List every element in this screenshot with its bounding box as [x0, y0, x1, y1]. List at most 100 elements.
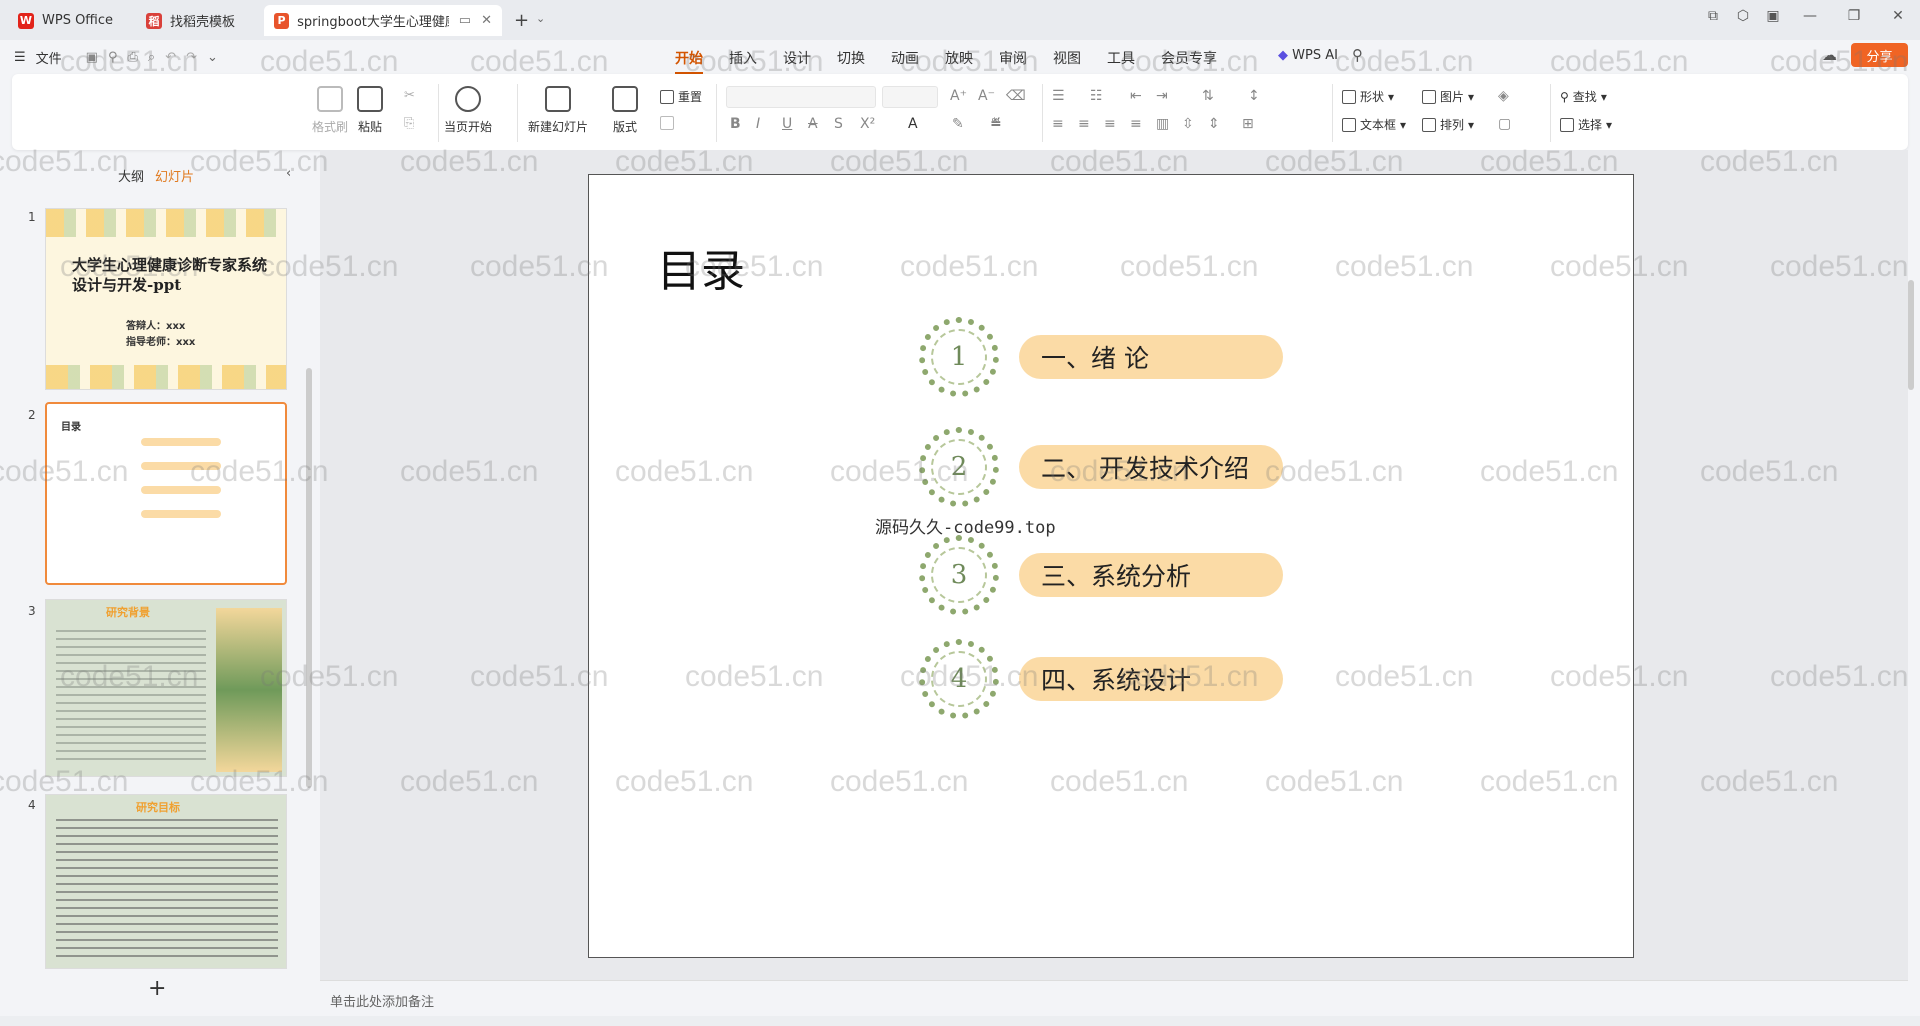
shadow-icon[interactable]: S — [834, 116, 843, 132]
tab-wps-office[interactable]: W WPS Office — [8, 5, 136, 36]
justify-icon[interactable]: ≡ — [1130, 116, 1142, 132]
chevron-down-icon[interactable]: ⌄ — [536, 12, 545, 25]
smart-art-icon[interactable]: ⊞ — [1242, 116, 1254, 132]
tab-home[interactable]: 开始 — [675, 48, 703, 74]
cut-icon[interactable]: ✂ — [404, 88, 415, 103]
section-button[interactable] — [660, 116, 674, 130]
file-menu[interactable]: 文件 — [36, 48, 62, 67]
underline-icon[interactable]: U — [782, 116, 792, 132]
reset-button[interactable]: 重置 — [660, 88, 702, 105]
char-spacing-icon[interactable]: ≝ — [990, 116, 1002, 132]
avatar[interactable]: ▣ — [1758, 8, 1788, 24]
more-icon[interactable]: ⌄ — [207, 50, 218, 65]
slide-thumbnail-2[interactable]: 目录 — [45, 402, 287, 585]
arrange-button[interactable]: 排列 ▾ — [1422, 116, 1474, 133]
copy-icon[interactable]: ⎘ — [404, 116, 414, 131]
current-slide[interactable]: 目录 1 一、绪 论 2 二、 开发技术介绍 源码久久-code99.top 3… — [588, 174, 1634, 958]
undo-icon[interactable]: ↶ — [165, 50, 176, 65]
font-color-icon[interactable]: A — [908, 116, 918, 132]
tab-member[interactable]: 会员专享 — [1161, 48, 1217, 74]
increase-indent-icon[interactable]: ⇥ — [1156, 88, 1168, 104]
cloud-upload-icon[interactable]: ☁ — [1822, 46, 1837, 64]
outline-icon[interactable]: ▢ — [1498, 116, 1511, 132]
tab-animations[interactable]: 动画 — [891, 48, 919, 74]
slide-thumbnail-4[interactable]: 研究目标 — [45, 794, 287, 969]
align-left-icon[interactable]: ≡ — [1052, 116, 1064, 132]
paragraph-spacing-icon[interactable]: ⇕ — [1208, 116, 1220, 132]
collapse-panel-icon[interactable]: ‹ — [286, 166, 291, 181]
new-tab-icon[interactable]: + — [514, 10, 529, 31]
print-preview-icon[interactable]: ⌕ — [148, 50, 155, 65]
line-spacing-icon[interactable]: ↕ — [1248, 88, 1260, 104]
tab-slideshow[interactable]: 放映 — [945, 48, 973, 74]
increase-font-icon[interactable]: A⁺ — [950, 88, 967, 104]
decrease-font-icon[interactable]: A⁻ — [978, 88, 995, 104]
toc-item-2[interactable]: 2 二、 开发技术介绍 — [919, 427, 1289, 507]
numbering-icon[interactable]: ☷ — [1090, 88, 1103, 104]
slide-thumbnail-3[interactable]: 研究背景 — [45, 599, 287, 777]
columns-icon[interactable]: ▥ — [1156, 116, 1169, 132]
toc-item-4[interactable]: 4 四、系统设计 — [919, 639, 1289, 719]
cube-icon[interactable]: ⬡ — [1728, 8, 1758, 24]
save-icon[interactable]: ▣ — [86, 50, 98, 65]
font-family-select[interactable] — [726, 86, 876, 108]
strikethrough-icon[interactable]: A — [808, 116, 818, 132]
outline-tab[interactable]: 大纲 — [118, 166, 144, 185]
redo-icon[interactable]: ↷ — [186, 50, 197, 65]
align-right-icon[interactable]: ≡ — [1104, 116, 1116, 132]
restore-icon[interactable]: ❐ — [1832, 8, 1876, 24]
shape-button[interactable]: 形状 ▾ — [1342, 88, 1394, 105]
print-icon[interactable]: ⎙ — [128, 50, 138, 65]
toc-item-3[interactable]: 3 三、系统分析 — [919, 535, 1289, 615]
clear-format-icon[interactable]: ⌫ — [1006, 88, 1026, 104]
new-slide-button[interactable]: 新建幻灯片 — [528, 86, 588, 135]
paste-button[interactable]: 粘贴 — [357, 86, 383, 135]
bullets-icon[interactable]: ☰ — [1052, 88, 1065, 104]
select-button[interactable]: 选择 ▾ — [1560, 116, 1612, 133]
slides-tab[interactable]: 幻灯片 — [155, 166, 194, 185]
search-icon[interactable]: ⚲ — [1352, 46, 1363, 64]
wps-ai-button[interactable]: ◆ WPS AI — [1278, 48, 1338, 63]
decrease-indent-icon[interactable]: ⇤ — [1130, 88, 1142, 104]
window-icon[interactable]: ▭ — [459, 13, 471, 28]
share-link-icon[interactable]: ⚲ — [108, 50, 118, 65]
close-icon[interactable]: ✕ — [481, 13, 492, 28]
vertical-align-icon[interactable]: ⇳ — [1182, 116, 1194, 132]
fill-icon[interactable]: ◈ — [1498, 88, 1509, 104]
tab-presentation[interactable]: P springboot大学生心理健康 ▭ ✕ — [264, 5, 502, 36]
tab-view[interactable]: 视图 — [1053, 48, 1081, 74]
share-button[interactable]: 分享 — [1851, 43, 1908, 67]
layout-icon[interactable]: ⧉ — [1698, 8, 1728, 24]
font-size-select[interactable] — [882, 86, 938, 108]
italic-icon[interactable]: I — [756, 116, 760, 132]
tab-insert[interactable]: 插入 — [729, 48, 757, 74]
textbox-button[interactable]: 文本框 ▾ — [1342, 116, 1406, 133]
tab-docer[interactable]: 稻 找稻壳模板 — [136, 5, 258, 36]
tab-review[interactable]: 审阅 — [999, 48, 1027, 74]
toc-item-1[interactable]: 1 一、绪 论 — [919, 317, 1289, 397]
notes-area[interactable]: 单击此处添加备注 — [320, 980, 1908, 1016]
highlight-icon[interactable]: ✎ — [952, 116, 964, 132]
layout-button[interactable]: 版式 — [612, 86, 638, 135]
ribbon-tabs: 开始 插入 设计 切换 动画 放映 审阅 视图 工具 会员专享 — [675, 48, 1217, 74]
tab-design[interactable]: 设计 — [783, 48, 811, 74]
window-close-icon[interactable]: ✕ — [1876, 8, 1920, 24]
add-slide-icon[interactable]: + — [148, 976, 166, 1001]
hamburger-icon[interactable]: ☰ — [14, 50, 26, 65]
text-direction-icon[interactable]: ⇅ — [1202, 88, 1214, 104]
sidebar-scrollbar[interactable] — [306, 368, 312, 788]
thumb-title: 研究目标 — [136, 801, 180, 814]
tab-tools[interactable]: 工具 — [1107, 48, 1135, 74]
align-center-icon[interactable]: ≡ — [1078, 116, 1090, 132]
minimize-icon[interactable]: — — [1788, 8, 1832, 24]
tab-transitions[interactable]: 切换 — [837, 48, 865, 74]
bold-icon[interactable]: B — [730, 116, 741, 132]
start-show-button[interactable]: 当页开始 — [444, 86, 492, 135]
picture-button[interactable]: 图片 ▾ — [1422, 88, 1474, 105]
format-painter-button[interactable]: 格式刷 — [312, 86, 348, 135]
superscript-icon[interactable]: X² — [860, 116, 875, 132]
slide-title[interactable]: 目录 — [657, 235, 745, 299]
find-button[interactable]: ⚲ 查找 ▾ — [1560, 88, 1607, 105]
canvas-scrollbar[interactable] — [1908, 280, 1914, 390]
slide-thumbnail-1[interactable]: 大学生心理健康诊断专家系统设计与开发-ppt 答辩人：xxx 指导老师：xxx — [45, 208, 287, 390]
